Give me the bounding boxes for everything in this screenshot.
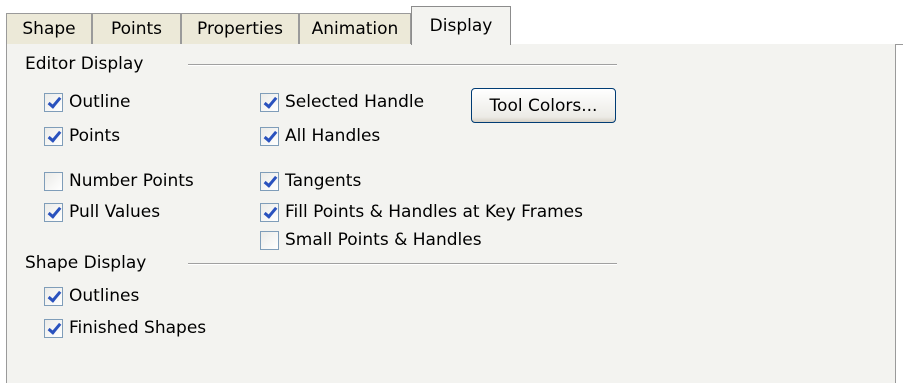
pull-values-label: Pull Values [69,202,161,222]
tab-points[interactable]: Points [92,13,181,44]
selected-handle-label: Selected Handle [285,92,425,112]
finished-shapes-label: Finished Shapes [69,318,207,338]
points-checkbox[interactable]: Points [44,126,120,146]
small-points-handles-label: Small Points & Handles [285,230,482,250]
outlines-label: Outlines [69,286,140,306]
fill-points-handles-checkbox[interactable]: Fill Points & Handles at Key Frames [260,202,583,222]
number-points-check-box[interactable] [44,171,63,191]
tangents-checkbox[interactable]: Tangents [260,171,361,191]
tangents-label: Tangents [285,171,362,191]
fill-points-handles-check-box[interactable] [260,202,279,222]
outline-checkbox[interactable]: Outline [44,92,131,112]
display-settings-dialog: Shape Points Properties Animation Displa… [0,0,903,383]
all-handles-check-box[interactable] [260,126,279,146]
points-check-box[interactable] [44,126,63,146]
tab-animation[interactable]: Animation [299,13,411,44]
shape-display-divider [188,263,617,265]
display-tab-panel: Editor Display Outline Points Number Poi… [6,44,896,383]
tab-display[interactable]: Display [411,6,511,45]
editor-display-divider [188,64,617,66]
outline-label: Outline [69,92,131,112]
tangents-check-box[interactable] [260,171,279,191]
all-handles-label: All Handles [285,126,381,146]
tab-properties[interactable]: Properties [181,13,299,44]
outlines-checkbox[interactable]: Outlines [44,286,139,306]
outline-check-box[interactable] [44,92,63,112]
fill-points-handles-label: Fill Points & Handles at Key Frames [285,202,583,222]
tab-shape[interactable]: Shape [6,13,92,44]
shape-display-title: Shape Display [25,253,153,273]
tool-colors-button[interactable]: Tool Colors... [471,88,616,123]
number-points-label: Number Points [69,171,194,191]
small-points-handles-checkbox[interactable]: Small Points & Handles [260,230,482,250]
editor-display-title: Editor Display [25,54,150,74]
finished-shapes-check-box[interactable] [44,318,63,338]
pull-values-check-box[interactable] [44,202,63,222]
number-points-checkbox[interactable]: Number Points [44,171,194,191]
selected-handle-check-box[interactable] [260,92,279,112]
pull-values-checkbox[interactable]: Pull Values [44,202,160,222]
all-handles-checkbox[interactable]: All Handles [260,126,380,146]
small-points-handles-check-box[interactable] [260,230,279,250]
outlines-check-box[interactable] [44,286,63,306]
finished-shapes-checkbox[interactable]: Finished Shapes [44,318,206,338]
points-label: Points [69,126,121,146]
selected-handle-checkbox[interactable]: Selected Handle [260,92,424,112]
tab-strip: Shape Points Properties Animation Displa… [6,6,903,45]
